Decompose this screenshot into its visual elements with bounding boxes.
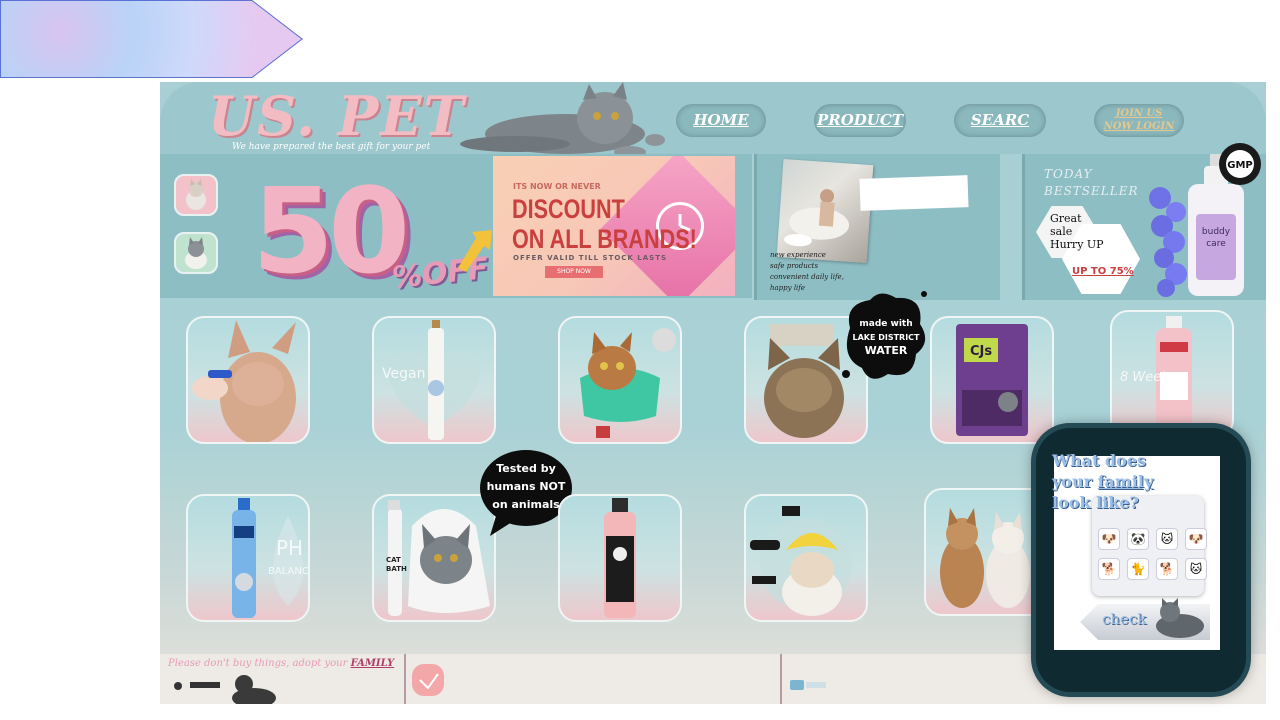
product-card-ph-balance[interactable]: PH BALANCE [186, 494, 310, 622]
lifestyle-line-3: convenient daily life, [770, 273, 844, 281]
discount-line-1: DISCOUNT [512, 194, 625, 224]
up-to-75-text: UP TO 75% [1072, 266, 1134, 277]
pet-avatar-icon[interactable]: 🐼 [1127, 528, 1149, 550]
product-card-cjs-litter[interactable]: CJs [930, 316, 1054, 444]
balance-caption: BALANCE [268, 566, 309, 577]
pet-avatar-icon[interactable]: 🐕 [1156, 558, 1178, 580]
popup-line-3: look like? [1052, 493, 1139, 512]
splat-line-2: LAKE DISTRICT [852, 333, 920, 342]
bubble-line-3: on animals [492, 498, 560, 511]
lifestyle-line-2: safe products [770, 262, 819, 270]
torn-paper-note [859, 175, 969, 211]
grooming-tools-icon [790, 680, 826, 690]
discount-headline: DISCOUNT ON ALL BRANDS! [512, 194, 735, 254]
footer-divider-2 [780, 654, 782, 704]
product-card-grooming[interactable] [744, 494, 868, 622]
product-card-shower-bag[interactable] [558, 316, 682, 444]
product-card-bioline-shampoo[interactable]: 8 Week [1110, 310, 1234, 438]
site-logo[interactable]: US. PET [208, 84, 466, 148]
great-text: Great [1050, 212, 1082, 225]
discount-validity: OFFER VALID TILL STOCK LASTS [513, 254, 668, 262]
svg-text:buddy: buddy [1202, 227, 1231, 237]
popup-line-2: your [1052, 472, 1098, 491]
gmp-badge-icon: GMP [1219, 143, 1261, 185]
cjs-brand-text: CJs [970, 344, 992, 359]
lifestyle-text: new experience safe products convenient … [770, 250, 844, 294]
grey-cat-image [460, 82, 665, 158]
adopt-text: Please don't buy things, adopt your [168, 658, 351, 669]
splat-line-1: made with [859, 319, 912, 329]
fifty-percent-text: 50 [252, 162, 410, 300]
pet-grid: 🐶 🐼 🐱 🐶 🐕 🐈 🐕 🐱 [1098, 528, 1207, 580]
hurry-text: Hurry UP [1050, 238, 1104, 251]
bestseller-title: TODAY BESTSELLER [1044, 166, 1139, 200]
adopt-cat-image [174, 675, 276, 704]
sale-text: sale [1050, 225, 1073, 238]
product-card-vegan-shampoo[interactable]: Vegan [372, 316, 496, 444]
check-label[interactable]: check [1102, 610, 1146, 628]
discount-line-2: ON ALL BRANDS! [512, 224, 697, 254]
product-card-dental-care[interactable] [186, 316, 310, 444]
pet-avatar-icon[interactable]: 🐱 [1185, 558, 1207, 580]
product-card-kittens[interactable] [924, 488, 1048, 616]
nav-join-login[interactable]: JOIN US NOW LOGIN [1094, 104, 1184, 137]
popup-line-1: What does [1052, 451, 1146, 470]
ph-caption: PH [276, 536, 304, 560]
popup-question: What does your family look like? [1052, 450, 1153, 513]
decorative-arrow-shape [0, 0, 303, 78]
popup-family-link[interactable]: family [1098, 472, 1154, 491]
gmp-badge-text: GMP [1227, 160, 1253, 171]
product-card-shampoo-conditioner[interactable] [558, 494, 682, 622]
pink-soap-icon [412, 664, 444, 696]
discount-kicker: ITS NOW OR NEVER [513, 182, 601, 191]
arrow-up-icon [458, 230, 492, 272]
pet-avatar-icon[interactable]: 🐱 [1156, 528, 1178, 550]
adopt-message: Please don't buy things, adopt your FAMI… [168, 658, 394, 669]
bestseller-title-1: TODAY [1044, 167, 1093, 181]
grey-cat-icon [1156, 598, 1204, 638]
nav-login-label: NOW LOGIN [1103, 121, 1175, 132]
splat-line-3: WATER [865, 344, 908, 357]
ink-splat-badge: made with LAKE DISTRICT WATER [842, 291, 927, 379]
cat-bath-label: CAT BATH [386, 556, 407, 573]
lifestyle-line-4: happy life [770, 284, 806, 292]
category-button-cat-2[interactable] [174, 232, 218, 274]
lifestyle-line-1: new experience [770, 251, 826, 259]
bubble-line-1: Tested by [496, 462, 556, 475]
nav-product[interactable]: PRODUCT [814, 104, 906, 137]
svg-text:care: care [1206, 239, 1226, 249]
nav-search[interactable]: SEARC [954, 104, 1046, 137]
vegan-caption: Vegan [382, 366, 426, 382]
tagline: We have prepared the best gift for your … [232, 142, 431, 152]
eight-week-caption: 8 Week [1120, 370, 1169, 385]
discount-banner[interactable]: ITS NOW OR NEVER DISCOUNT ON ALL BRANDS!… [493, 156, 735, 296]
bestseller-title-2: BESTSELLER [1044, 184, 1139, 198]
lifestyle-photo [776, 158, 874, 264]
pet-avatar-icon[interactable]: 🐶 [1098, 528, 1120, 550]
pet-avatar-icon[interactable]: 🐕 [1098, 558, 1120, 580]
category-button-cat-1[interactable] [174, 174, 218, 216]
nav-home[interactable]: HOME [676, 104, 766, 137]
nav-join-label: JOIN US [1115, 108, 1163, 119]
family-link[interactable]: FAMILY [351, 658, 395, 669]
shop-now-button[interactable]: SHOP NOW [545, 266, 603, 278]
footer-divider-1 [404, 654, 406, 704]
bubble-line-2: humans NOT [487, 480, 566, 493]
pet-avatar-icon[interactable]: 🐈 [1127, 558, 1149, 580]
pet-avatar-icon[interactable]: 🐶 [1185, 528, 1207, 550]
great-sale-note: Great sale Hurry UP [1050, 212, 1104, 251]
